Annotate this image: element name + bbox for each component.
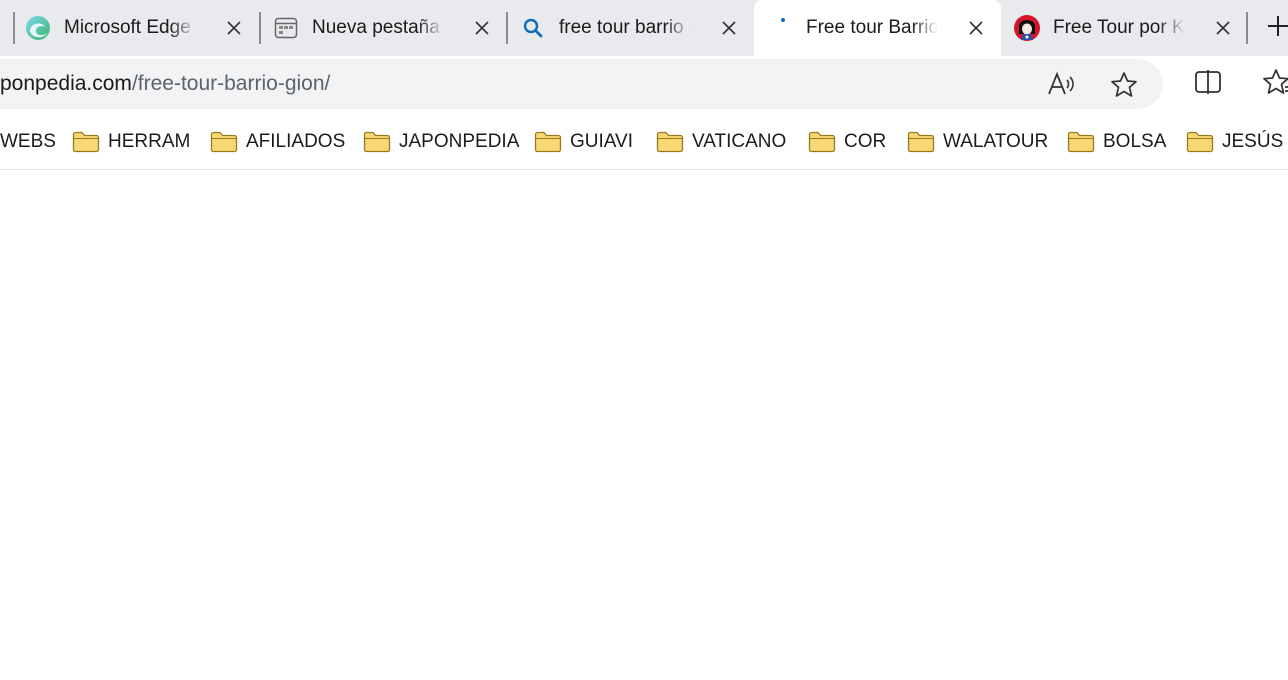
folder-icon xyxy=(656,131,684,153)
address-bar[interactable]: ponpedia.com/free-tour-barrio-gion/ xyxy=(0,59,1163,109)
tab-free-tour-kioto[interactable]: Free Tour por Kioto xyxy=(1001,0,1247,55)
page-content xyxy=(0,170,1288,680)
tab-free-tour-gion[interactable]: Free tour Barrio de Gion xyxy=(754,0,1001,56)
loading-dot-icon xyxy=(766,14,794,42)
read-aloud-icon xyxy=(1046,70,1076,105)
add-favorite-button[interactable] xyxy=(1104,67,1144,107)
tab-microsoft-edge[interactable]: Microsoft Edge | Novedades xyxy=(12,0,260,55)
favorite-folder-guiavi[interactable]: GUIAVI xyxy=(534,127,633,157)
favorite-folder-label: AFILIADOS xyxy=(246,131,346,152)
favorite-folder-webs[interactable]: WEBS xyxy=(0,127,56,157)
url-path: /free-tour-barrio-gion/ xyxy=(131,72,331,95)
favorite-folder-label: JESÚS xyxy=(1222,131,1284,152)
close-icon[interactable] xyxy=(469,14,495,42)
folder-icon xyxy=(210,131,238,153)
favorite-folder-cor[interactable]: COR xyxy=(808,127,886,157)
read-aloud-button[interactable] xyxy=(1041,67,1081,107)
folder-icon xyxy=(1186,131,1214,153)
favorite-folder-label: BOLSA xyxy=(1103,131,1167,152)
tab-strip: Microsoft Edge | Novedades Nueva pestaña xyxy=(0,0,1288,56)
tab-separator xyxy=(1246,12,1248,44)
favorite-folder-bolsa[interactable]: BOLSA xyxy=(1067,127,1166,157)
new-tab-button[interactable] xyxy=(1264,12,1288,44)
tab-search-results[interactable]: free tour barrio gion xyxy=(507,0,753,55)
favorite-folder-label: WEBS xyxy=(0,131,56,152)
close-icon[interactable] xyxy=(716,14,742,42)
favorite-folder-label: HERRAM xyxy=(108,131,191,152)
favorite-folder-jesus[interactable]: JESÚS xyxy=(1186,127,1283,157)
tab-title: Nueva pestaña xyxy=(312,17,440,38)
folder-icon xyxy=(808,131,836,153)
url-text[interactable]: ponpedia.com/free-tour-barrio-gion/ xyxy=(0,71,330,97)
favorites-bar: WEBS HERRAM AFILIADOS JAPONPEDIA GUIAVI … xyxy=(0,114,1288,170)
tab-title: Free Tour por Kioto xyxy=(1053,17,1185,38)
folder-icon xyxy=(1067,131,1095,153)
favorites-button[interactable] xyxy=(1258,64,1288,104)
new-tab-page-icon xyxy=(272,14,300,42)
close-icon[interactable] xyxy=(1210,14,1236,42)
split-screen-button[interactable] xyxy=(1188,64,1228,104)
tab-title: Microsoft Edge | Novedades xyxy=(64,17,196,38)
favorite-folder-japonpedia[interactable]: JAPONPEDIA xyxy=(363,127,519,157)
search-icon xyxy=(519,14,547,42)
favorite-folder-label: VATICANO xyxy=(692,131,787,152)
favorites-icon xyxy=(1263,67,1288,102)
plus-icon xyxy=(1266,14,1288,43)
navigation-toolbar: ponpedia.com/free-tour-barrio-gion/ xyxy=(0,56,1288,114)
split-screen-icon xyxy=(1193,67,1223,102)
add-favorite-star-icon xyxy=(1109,70,1139,105)
favorite-folder-label: GUIAVI xyxy=(570,131,633,152)
favorite-folder-label: COR xyxy=(844,131,887,152)
tab-title: free tour barrio gion xyxy=(559,17,691,38)
tab-new-tab[interactable]: Nueva pestaña xyxy=(260,0,506,55)
tab-title: Free tour Barrio de Gion xyxy=(806,17,938,38)
favorite-folder-afiliados[interactable]: AFILIADOS xyxy=(210,127,345,157)
favorite-folder-herram[interactable]: HERRAM xyxy=(72,127,190,157)
favorite-folder-label: WALATOUR xyxy=(943,131,1049,152)
folder-icon xyxy=(907,131,935,153)
folder-icon xyxy=(363,131,391,153)
close-icon[interactable] xyxy=(221,14,247,42)
edge-logo-icon xyxy=(24,14,52,42)
favorite-folder-vaticano[interactable]: VATICANO xyxy=(656,127,786,157)
url-host: ponpedia.com xyxy=(0,72,132,95)
close-icon[interactable] xyxy=(963,14,989,42)
folder-icon xyxy=(72,131,100,153)
favorite-folder-walatour[interactable]: WALATOUR xyxy=(907,127,1048,157)
folder-icon xyxy=(534,131,562,153)
geisha-favicon-icon xyxy=(1013,14,1041,42)
favorite-folder-label: JAPONPEDIA xyxy=(399,131,520,152)
